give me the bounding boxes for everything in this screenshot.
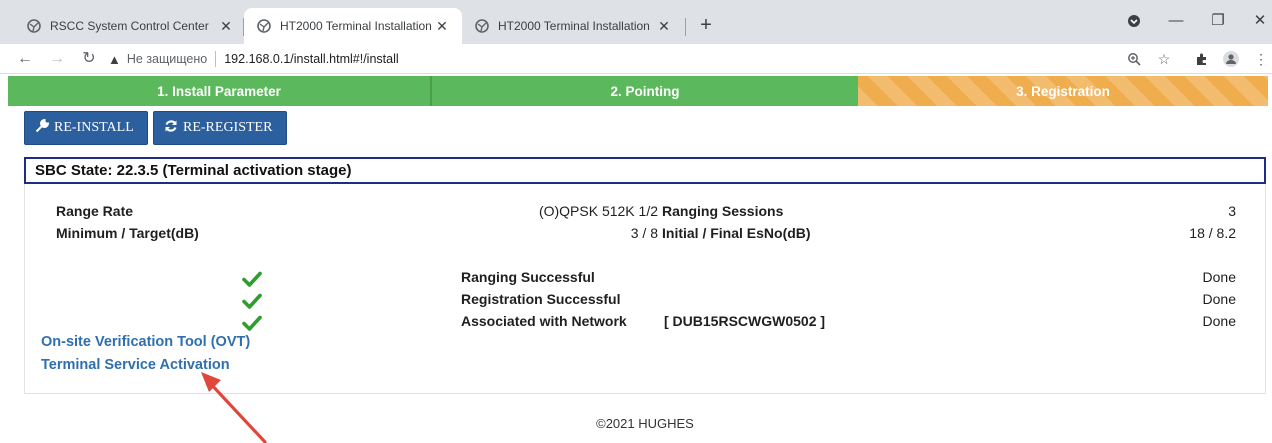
check-icon xyxy=(242,315,262,331)
kebab-menu-icon[interactable]: ⋮ xyxy=(1250,48,1272,70)
registration-successful-label: Registration Successful xyxy=(461,291,621,307)
restore-button[interactable]: ❐ xyxy=(1204,10,1232,32)
new-tab-button[interactable]: + xyxy=(695,14,717,36)
step-pointing[interactable]: 2. Pointing xyxy=(432,76,858,106)
associated-network-label: Associated with Network xyxy=(461,313,627,329)
browser-tab-strip: RSCC System Control Center ✕ HT2000 Term… xyxy=(0,0,1272,44)
profile-menu-icon[interactable] xyxy=(1120,10,1148,32)
window-close-button[interactable]: ✕ xyxy=(1246,10,1272,32)
registration-successful-status: Done xyxy=(1202,291,1236,307)
network-id: [ DUB15RSCWGW0502 ] xyxy=(664,313,826,329)
esno-value: 18 / 8.2 xyxy=(1189,225,1236,241)
browser-toolbar: ← → ↻ ▲ Не защищено 192.168.0.1/install.… xyxy=(0,44,1272,74)
annotation-arrow-icon xyxy=(201,372,267,443)
reinstall-label: RE-INSTALL xyxy=(54,120,134,135)
tab-divider xyxy=(685,18,686,36)
reregister-button[interactable]: RE-REGISTER xyxy=(153,111,287,145)
footer-copyright: ©2021 HUGHES xyxy=(596,416,694,431)
globe-icon xyxy=(474,18,490,34)
tab-title: HT2000 Terminal Installation xyxy=(498,19,650,33)
tab-ht2000[interactable]: HT2000 Terminal Installation ✕ xyxy=(462,8,684,44)
check-icon xyxy=(242,271,262,287)
reinstall-button[interactable]: RE-INSTALL xyxy=(24,111,148,145)
close-tab-icon[interactable]: ✕ xyxy=(434,18,450,34)
star-icon[interactable]: ☆ xyxy=(1153,48,1175,70)
security-status: Не защищено xyxy=(126,52,208,66)
globe-icon xyxy=(256,18,272,34)
min-target-label: Minimum / Target(dB) xyxy=(56,225,199,241)
globe-icon xyxy=(26,18,42,34)
sbc-state-header: SBC State: 22.3.5 (Terminal activation s… xyxy=(24,157,1266,184)
extensions-puzzle-icon[interactable] xyxy=(1191,48,1213,70)
ranging-sessions-label: Ranging Sessions xyxy=(662,203,784,219)
min-target-value: 3 / 8 xyxy=(630,225,658,241)
step-install-parameter[interactable]: 1. Install Parameter xyxy=(8,76,432,106)
ranging-successful-status: Done xyxy=(1202,269,1236,285)
ranging-sessions-value: 3 xyxy=(1228,203,1236,219)
reload-icon[interactable]: ↻ xyxy=(78,48,100,70)
wrench-icon xyxy=(35,118,50,138)
forward-arrow-icon[interactable]: → xyxy=(46,48,68,70)
esno-label: Initial / Final EsNo(dB) xyxy=(662,225,811,241)
tab-title: RSCC System Control Center xyxy=(50,19,209,33)
step-registration[interactable]: 3. Registration xyxy=(858,76,1268,106)
associated-network-status: Done xyxy=(1202,313,1236,329)
tab-ht2000-active[interactable]: HT2000 Terminal Installation ✕ xyxy=(244,8,462,44)
tab-title: HT2000 Terminal Installation xyxy=(280,19,432,33)
profile-avatar-icon[interactable] xyxy=(1220,48,1242,70)
check-icon xyxy=(242,293,262,309)
ranging-successful-label: Ranging Successful xyxy=(461,269,595,285)
registration-panel: Range Rate (O)QPSK 512K 1/2 Ranging Sess… xyxy=(24,184,1266,394)
range-rate-value: (O)QPSK 512K 1/2 xyxy=(538,203,658,219)
range-rate-label: Range Rate xyxy=(56,203,134,219)
reregister-label: RE-REGISTER xyxy=(183,120,273,135)
minimize-button[interactable]: — xyxy=(1162,10,1190,32)
ovt-link[interactable]: On-site Verification Tool (OVT) xyxy=(41,334,250,350)
warning-triangle-icon[interactable]: ▲ xyxy=(108,52,121,67)
back-arrow-icon[interactable]: ← xyxy=(14,48,36,70)
address-divider xyxy=(215,51,217,67)
address-bar[interactable]: ▲ Не защищено 192.168.0.1/install.html#!… xyxy=(108,47,1158,71)
close-tab-icon[interactable]: ✕ xyxy=(656,18,672,34)
refresh-icon xyxy=(164,119,178,138)
install-progress-steps: 1. Install Parameter 2. Pointing 3. Regi… xyxy=(8,76,1268,106)
zoom-icon[interactable] xyxy=(1123,48,1145,70)
tab-rscc[interactable]: RSCC System Control Center ✕ xyxy=(14,8,246,44)
url-text: 192.168.0.1/install.html#!/install xyxy=(224,52,399,66)
close-tab-icon[interactable]: ✕ xyxy=(218,18,234,34)
